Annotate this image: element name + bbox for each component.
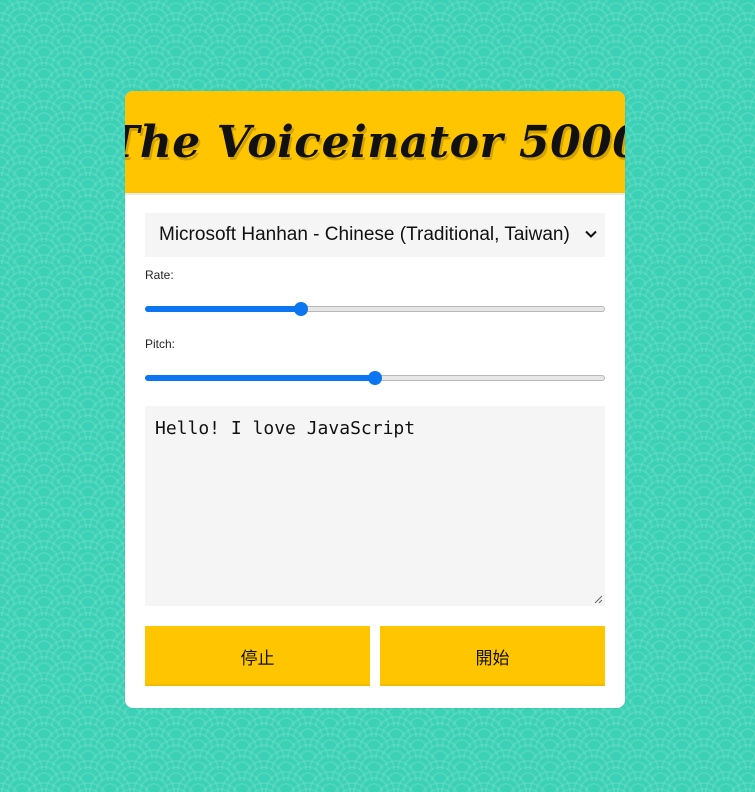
chevron-down-icon <box>585 230 597 238</box>
rate-label: Rate: <box>145 268 174 282</box>
message-textarea[interactable]: Hello! I love JavaScript <box>145 406 605 606</box>
resize-grip-icon[interactable] <box>594 595 603 604</box>
rate-slider-thumb[interactable] <box>294 302 308 316</box>
controls: Microsoft Hanhan - Chinese (Traditional,… <box>125 193 625 686</box>
pitch-slider[interactable] <box>145 370 605 386</box>
rate-slider-fill <box>145 306 301 312</box>
header: The Voiceinator 5000 <box>125 91 625 193</box>
button-row: 停止 開始 <box>145 626 605 686</box>
stop-button[interactable]: 停止 <box>145 626 370 686</box>
rate-slider[interactable] <box>145 301 605 317</box>
voice-select[interactable]: Microsoft Hanhan - Chinese (Traditional,… <box>145 213 605 257</box>
pitch-label: Pitch: <box>145 337 176 351</box>
voice-select-value: Microsoft Hanhan - Chinese (Traditional,… <box>159 224 570 245</box>
voiceinator-panel: The Voiceinator 5000 Microsoft Hanhan - … <box>125 91 625 708</box>
page-title: The Voiceinator 5000 <box>125 116 625 168</box>
speak-button[interactable]: 開始 <box>380 626 605 686</box>
pitch-slider-thumb[interactable] <box>368 371 382 385</box>
pitch-slider-fill <box>145 375 375 381</box>
message-text: Hello! I love JavaScript <box>155 418 416 439</box>
